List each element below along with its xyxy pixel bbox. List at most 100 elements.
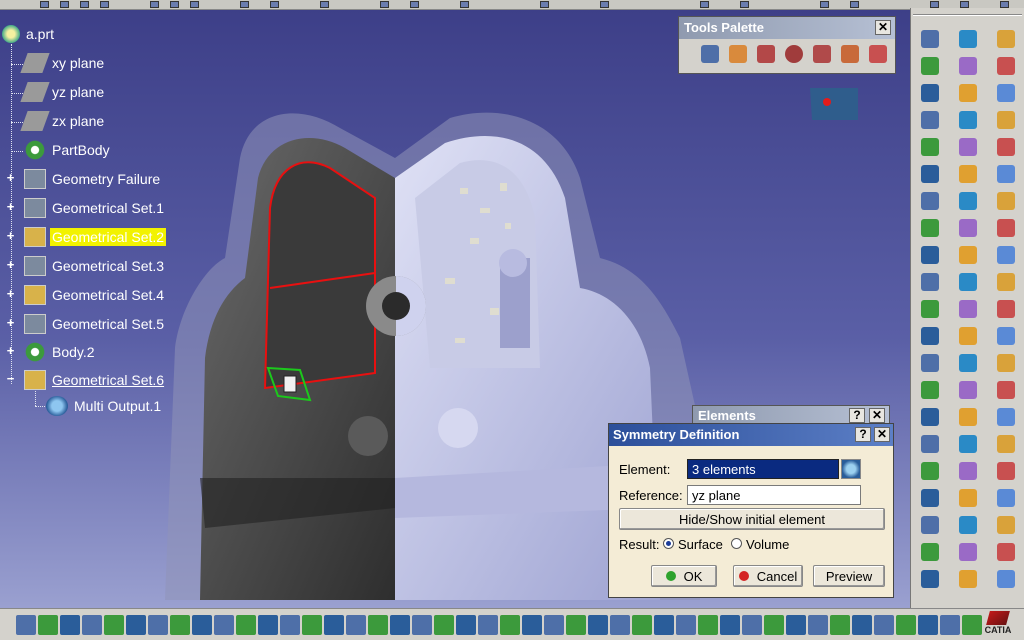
tool-icon[interactable] [700, 1, 709, 8]
toolbar-button-icon[interactable] [955, 404, 981, 430]
expand-icon[interactable]: + [5, 171, 16, 184]
toolbar-button-icon[interactable] [955, 323, 981, 349]
toolbar-button-icon[interactable] [917, 350, 943, 376]
toolbar-button-icon[interactable] [764, 615, 784, 635]
collapse-icon[interactable]: − [5, 372, 16, 385]
preview-button[interactable]: Preview [813, 565, 885, 587]
tool-icon[interactable] [813, 45, 831, 63]
tool-icon[interactable] [850, 1, 859, 8]
toolbar-button-icon[interactable] [38, 615, 58, 635]
tree-item-zx-plane[interactable]: zx plane [20, 109, 106, 133]
toolbar-button-icon[interactable] [500, 615, 520, 635]
toolbar-button-icon[interactable] [917, 458, 943, 484]
toolbar-button-icon[interactable] [917, 485, 943, 511]
toolbar-button-icon[interactable] [955, 107, 981, 133]
tool-icon[interactable] [460, 1, 469, 8]
toolbar-button-icon[interactable] [955, 350, 981, 376]
help-button[interactable]: ? [855, 427, 871, 442]
tool-icon[interactable] [600, 1, 609, 8]
toolbar-button-icon[interactable] [993, 323, 1019, 349]
cancel-button[interactable]: Cancel [733, 565, 803, 587]
toolbar-button-icon[interactable] [955, 458, 981, 484]
toolbar-button-icon[interactable] [993, 188, 1019, 214]
toolbar-button-icon[interactable] [993, 485, 1019, 511]
toolbar-button-icon[interactable] [917, 377, 943, 403]
toolbar-button-icon[interactable] [993, 539, 1019, 565]
tree-item-geometrical-set-5[interactable]: Geometrical Set.5 [24, 312, 166, 336]
save-icon[interactable] [80, 1, 89, 8]
toolbar-button-icon[interactable] [993, 269, 1019, 295]
tree-item-partbody[interactable]: PartBody [24, 138, 112, 162]
toolbar-button-icon[interactable] [917, 269, 943, 295]
toolbar-button-icon[interactable] [126, 615, 146, 635]
undo-icon[interactable] [240, 1, 249, 8]
toolbar-button-icon[interactable] [962, 615, 982, 635]
toolbar-button-icon[interactable] [955, 161, 981, 187]
tree-item-xy-plane[interactable]: xy plane [20, 51, 106, 75]
toolbar-button-icon[interactable] [955, 242, 981, 268]
toolbar-button-icon[interactable] [16, 615, 36, 635]
toolbar-button-icon[interactable] [346, 615, 366, 635]
tree-root[interactable]: a.prt [2, 22, 56, 46]
reference-field[interactable]: yz plane [687, 485, 861, 505]
toolbar-button-icon[interactable] [955, 539, 981, 565]
tools-palette[interactable]: Tools Palette ✕ [678, 16, 896, 74]
toolbar-button-icon[interactable] [917, 107, 943, 133]
tool-icon[interactable] [740, 1, 749, 8]
toolbar-button-icon[interactable] [917, 566, 943, 592]
toolbar-button-icon[interactable] [955, 80, 981, 106]
tool-icon[interactable] [1000, 1, 1009, 8]
toolbar-button-icon[interactable] [917, 296, 943, 322]
tool-icon[interactable] [540, 1, 549, 8]
toolbar-button-icon[interactable] [918, 615, 938, 635]
toolbar-button-icon[interactable] [993, 404, 1019, 430]
toolbar-button-icon[interactable] [993, 107, 1019, 133]
toolbar-button-icon[interactable] [993, 80, 1019, 106]
tool-icon[interactable] [930, 1, 939, 8]
tool-icon[interactable] [785, 45, 803, 63]
toolbar-button-icon[interactable] [610, 615, 630, 635]
toolbar-button-icon[interactable] [993, 161, 1019, 187]
expand-icon[interactable]: + [5, 316, 16, 329]
tool-icon[interactable] [380, 1, 389, 8]
help-button[interactable]: ? [849, 408, 865, 423]
toolbar-button-icon[interactable] [170, 615, 190, 635]
close-button[interactable]: ✕ [874, 427, 890, 442]
toolbar-button-icon[interactable] [654, 615, 674, 635]
paste-icon[interactable] [190, 1, 199, 8]
symmetry-definition-dialog[interactable]: Symmetry Definition ? ✕ Element: 3 eleme… [608, 423, 894, 598]
print-icon[interactable] [100, 1, 109, 8]
tree-item-geometrical-set-6[interactable]: Geometrical Set.6 [24, 368, 166, 392]
tool-icon[interactable] [410, 1, 419, 8]
toolbar-button-icon[interactable] [917, 26, 943, 52]
tool-icon[interactable] [820, 1, 829, 8]
tree-item-geometrical-set-3[interactable]: Geometrical Set.3 [24, 254, 166, 278]
toolbar-button-icon[interactable] [148, 615, 168, 635]
toolbar-button-icon[interactable] [955, 215, 981, 241]
toolbar-button-icon[interactable] [874, 615, 894, 635]
toolbar-button-icon[interactable] [566, 615, 586, 635]
toolbar-button-icon[interactable] [993, 431, 1019, 457]
tool-icon[interactable] [960, 1, 969, 8]
tree-item-geometry-failure[interactable]: Geometry Failure [24, 167, 162, 191]
toolbar-button-icon[interactable] [940, 615, 960, 635]
toolbar-button-icon[interactable] [955, 134, 981, 160]
toolbar-button-icon[interactable] [368, 615, 388, 635]
toolbar-button-icon[interactable] [522, 615, 542, 635]
toolbar-button-icon[interactable] [993, 458, 1019, 484]
toolbar-button-icon[interactable] [993, 296, 1019, 322]
toolbar-button-icon[interactable] [955, 26, 981, 52]
toolbar-button-icon[interactable] [478, 615, 498, 635]
copy-icon[interactable] [170, 1, 179, 8]
toolbar-button-icon[interactable] [60, 615, 80, 635]
open-icon[interactable] [60, 1, 69, 8]
toolbar-button-icon[interactable] [544, 615, 564, 635]
tool-icon[interactable] [757, 45, 775, 63]
toolbar-button-icon[interactable] [993, 377, 1019, 403]
tree-item-multi-output-1[interactable]: Multi Output.1 [46, 394, 163, 418]
expand-icon[interactable]: + [5, 200, 16, 213]
toolbar-button-icon[interactable] [588, 615, 608, 635]
tool-icon[interactable] [701, 45, 719, 63]
toolbar-button-icon[interactable] [412, 615, 432, 635]
surface-radio[interactable] [663, 538, 674, 549]
